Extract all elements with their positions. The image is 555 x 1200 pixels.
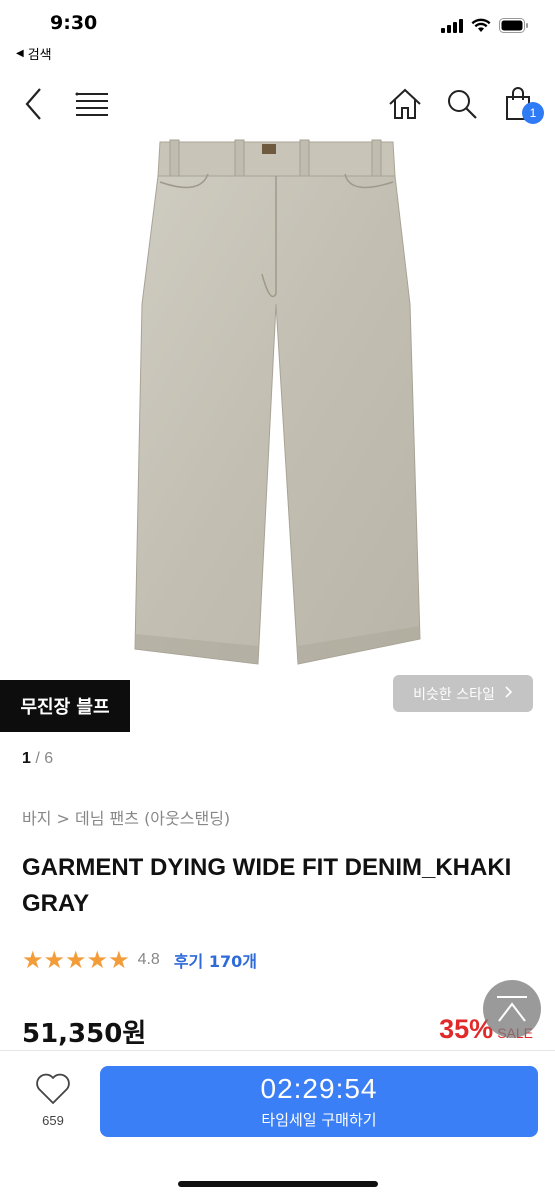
back-to-app[interactable]: ◀ 검색 <box>16 44 52 63</box>
chevron-left-icon[interactable] <box>14 84 54 124</box>
price: 51,350원 <box>22 1019 147 1049</box>
like-button[interactable]: 659 <box>30 1073 76 1128</box>
shopping-bag-icon[interactable]: 1 <box>498 84 544 124</box>
star-icon: ★ <box>43 946 66 974</box>
bottom-bar: 659 02:29:54 타임세일 구매하기 <box>0 1050 555 1200</box>
menu-icon[interactable] <box>72 84 112 124</box>
star-icon: ★ <box>22 946 44 974</box>
star-icon: ★ <box>65 946 87 974</box>
image-separator: / <box>35 750 40 767</box>
image-total: 6 <box>44 750 54 767</box>
arrow-up-icon <box>497 996 527 1022</box>
nav-bar: 1 <box>0 72 555 134</box>
battery-icon <box>499 18 528 33</box>
like-count: 659 <box>42 1113 64 1128</box>
sale-timer: 02:29:54 <box>260 1073 378 1104</box>
image-index: 1 <box>22 750 31 767</box>
pants-image <box>134 139 421 665</box>
time-sale-buy-button[interactable]: 02:29:54 타임세일 구매하기 <box>100 1066 538 1137</box>
image-pager: 1 / 6 <box>22 750 53 768</box>
star-icon: ★ <box>86 946 109 974</box>
wifi-icon <box>471 18 491 32</box>
product-image[interactable] <box>0 134 555 684</box>
rating-row: ★ ★ ★ ★ ★ 4.8 후기 170개 <box>22 948 257 972</box>
category-breadcrumb[interactable]: 바지 > 데님 팬츠 (아웃스탠딩) <box>22 805 230 829</box>
home-indicator <box>178 1181 378 1187</box>
back-to-app-label: 검색 <box>27 48 52 63</box>
status-icons <box>441 18 529 33</box>
rating-stars: ★ ★ ★ ★ ★ <box>22 948 130 972</box>
brand-tag: 무진장 블프 <box>0 680 130 732</box>
status-time: 9:30 <box>50 12 98 34</box>
back-triangle-icon: ◀ <box>16 48 24 59</box>
cart-count-badge: 1 <box>522 102 544 124</box>
similar-style-label: 비슷한 스타일 <box>413 686 495 703</box>
product-title: GARMENT DYING WIDE FIT DENIM_KHAKI GRAY <box>22 854 512 917</box>
heart-icon <box>36 1073 70 1104</box>
search-icon[interactable] <box>442 84 482 124</box>
similar-style-button[interactable]: 비슷한 스타일 <box>393 675 533 712</box>
home-icon[interactable] <box>385 84 425 124</box>
chevron-right-icon <box>505 685 513 702</box>
scroll-top-button[interactable] <box>483 980 541 1038</box>
buy-label: 타임세일 구매하기 <box>261 1111 377 1129</box>
review-link[interactable]: 후기 170개 <box>174 948 257 972</box>
status-bar: 9:30 ◀ 검색 <box>0 0 555 63</box>
star-icon: ★ <box>108 946 130 974</box>
signal-icon <box>441 18 463 33</box>
rating-value: 4.8 <box>137 951 160 968</box>
